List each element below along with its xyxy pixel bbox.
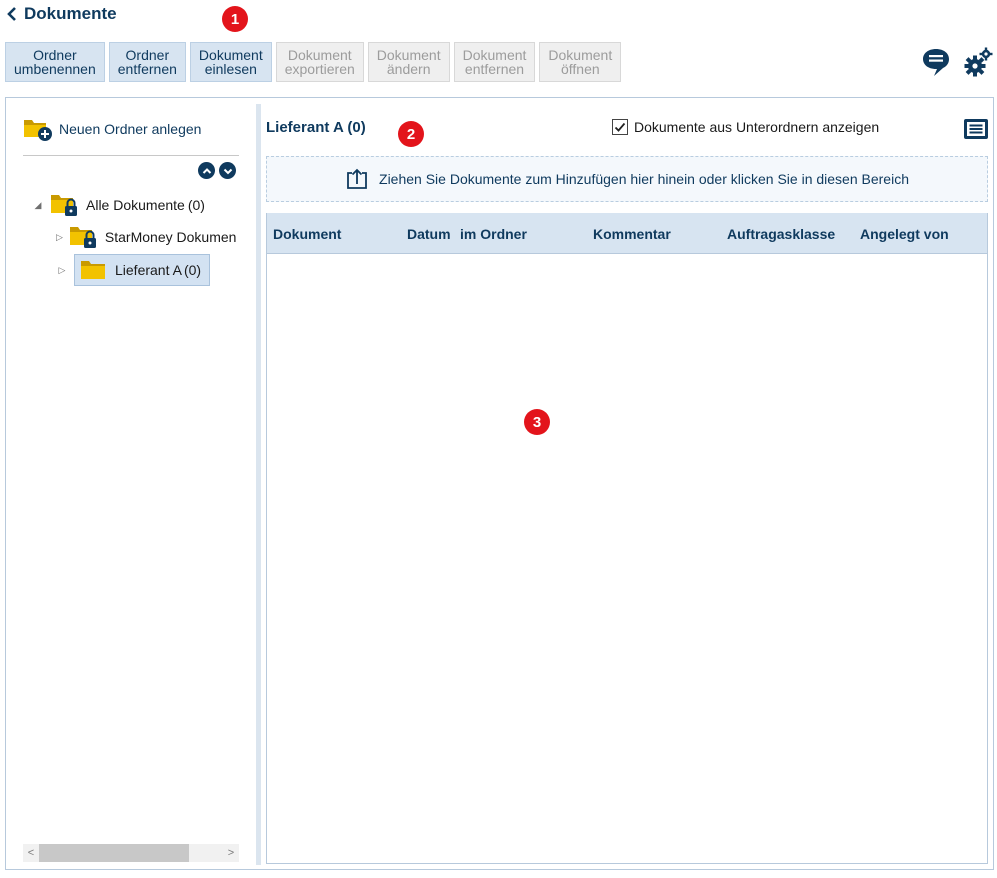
table-header: Dokument Datum im Ordner Kommentar Auftr…	[267, 213, 987, 254]
button-label-line2: entfernen	[464, 61, 525, 77]
button-label-line1: Dokument	[462, 47, 527, 63]
button-label-line2: ändern	[386, 61, 431, 77]
column-header-created-by[interactable]: Angelegt von	[860, 226, 949, 242]
show-subfolders-checkbox[interactable]: Dokumente aus Unterordnern anzeigen	[612, 119, 879, 135]
tree-node-count: (0)	[183, 262, 202, 278]
edit-document-button[interactable]: Dokument ändern	[367, 42, 450, 82]
toolbar: Ordner umbenennen Ordner entfernen Dokum…	[5, 42, 622, 82]
button-label-line1: Dokument	[548, 47, 613, 63]
remove-folder-button[interactable]: Ordner entfernen	[108, 42, 186, 82]
callout-marker-2: 2	[398, 121, 424, 147]
scroll-right-icon[interactable]: >	[223, 847, 239, 859]
document-table: Dokument Datum im Ordner Kommentar Auftr…	[266, 213, 988, 864]
button-label-line1: Dokument	[376, 47, 441, 63]
button-label-line1: Dokument	[198, 47, 263, 63]
document-dropzone[interactable]: Ziehen Sie Dokumente zum Hinzufügen hier…	[266, 156, 988, 202]
column-header-folder[interactable]: im Ordner	[460, 226, 527, 242]
show-subfolders-label: Dokumente aus Unterordnern anzeigen	[634, 119, 880, 135]
callout-marker-1: 1	[222, 6, 248, 32]
tree-node-supplier-a-wrapper: ▷ Lieferant A (0)	[56, 254, 211, 286]
tree-node-supplier-a[interactable]: Lieferant A (0)	[74, 254, 211, 286]
tree-node-all-documents[interactable]: ◢ Alle Dokumente (0)	[32, 192, 205, 218]
folder-add-icon	[24, 120, 52, 141]
chat-icon[interactable]	[921, 46, 951, 78]
new-folder-label: Neuen Ordner anlegen	[59, 121, 202, 137]
divider	[23, 155, 239, 156]
column-header-comment[interactable]: Kommentar	[593, 226, 671, 242]
column-header-document[interactable]: Dokument	[273, 226, 341, 242]
dropzone-text: Ziehen Sie Dokumente zum Hinzufügen hier…	[379, 171, 909, 187]
scroll-left-icon[interactable]: <	[23, 847, 39, 859]
folder-title: Lieferant A (0)	[266, 119, 366, 136]
rename-folder-button[interactable]: Ordner umbenennen	[5, 42, 105, 82]
tree-horizontal-scrollbar[interactable]: < >	[23, 844, 239, 862]
column-header-date[interactable]: Datum	[407, 226, 451, 242]
collapsed-triangle-icon[interactable]: ▷	[56, 265, 68, 276]
chevron-down-icon	[223, 168, 232, 174]
new-folder-link[interactable]: Neuen Ordner anlegen	[23, 116, 201, 142]
folder-pane: Neuen Ordner anlegen ◢ Alle Dokumente (0…	[6, 98, 256, 869]
folder-icon	[81, 261, 105, 279]
scrollbar-thumb[interactable]	[39, 844, 189, 862]
button-label-line2: exportieren	[284, 61, 355, 77]
button-label-line1: Dokument	[287, 47, 352, 63]
collapsed-triangle-icon[interactable]: ▷	[56, 232, 63, 243]
button-label-line1: Ordner	[33, 47, 77, 63]
export-document-button[interactable]: Dokument exportieren	[275, 42, 364, 82]
button-label-line1: Ordner	[125, 47, 170, 63]
button-label-line2: entfernen	[117, 61, 177, 77]
folder-locked-icon	[69, 227, 96, 248]
back-link[interactable]: Dokumente	[6, 4, 117, 24]
column-header-order-class[interactable]: Auftragasklasse	[727, 226, 835, 242]
tree-expand-controls	[198, 162, 236, 179]
list-view-icon[interactable]	[963, 118, 989, 140]
back-label: Dokumente	[24, 4, 117, 23]
button-label-line2: öffnen	[560, 61, 600, 77]
tree-node-count: (0)	[187, 197, 205, 213]
settings-gears-icon[interactable]	[963, 46, 993, 78]
open-document-button[interactable]: Dokument öffnen	[539, 42, 622, 82]
callout-marker-3: 3	[524, 409, 550, 435]
top-right-icons	[921, 46, 993, 78]
tree-node-starmoney-documents[interactable]: ▷ StarMoney Dokumente	[56, 224, 236, 250]
import-document-button[interactable]: Dokument einlesen	[189, 42, 272, 82]
checkmark-icon	[614, 122, 626, 132]
documents-page: Dokumente 1 Ordner umbenennen Ordner ent…	[0, 0, 997, 878]
button-label-line2: umbenennen	[14, 61, 96, 77]
chevron-left-icon	[7, 7, 16, 21]
tree-node-label: StarMoney Dokumente	[104, 229, 236, 245]
folder-locked-icon	[51, 195, 77, 216]
button-label-line2: einlesen	[204, 61, 257, 77]
collapse-all-button[interactable]	[198, 162, 215, 179]
main-frame: Neuen Ordner anlegen ◢ Alle Dokumente (0…	[5, 97, 994, 870]
tree-node-label: Alle Dokumente	[86, 197, 185, 213]
tree-node-label: Lieferant A	[115, 262, 182, 278]
chevron-up-icon	[202, 167, 211, 174]
delete-document-button[interactable]: Dokument entfernen	[453, 42, 536, 82]
upload-icon	[347, 168, 367, 189]
expand-all-button[interactable]	[219, 162, 236, 179]
expanded-triangle-icon[interactable]: ◢	[32, 200, 44, 211]
pane-splitter[interactable]	[256, 104, 261, 865]
checkbox-box[interactable]	[612, 119, 628, 135]
